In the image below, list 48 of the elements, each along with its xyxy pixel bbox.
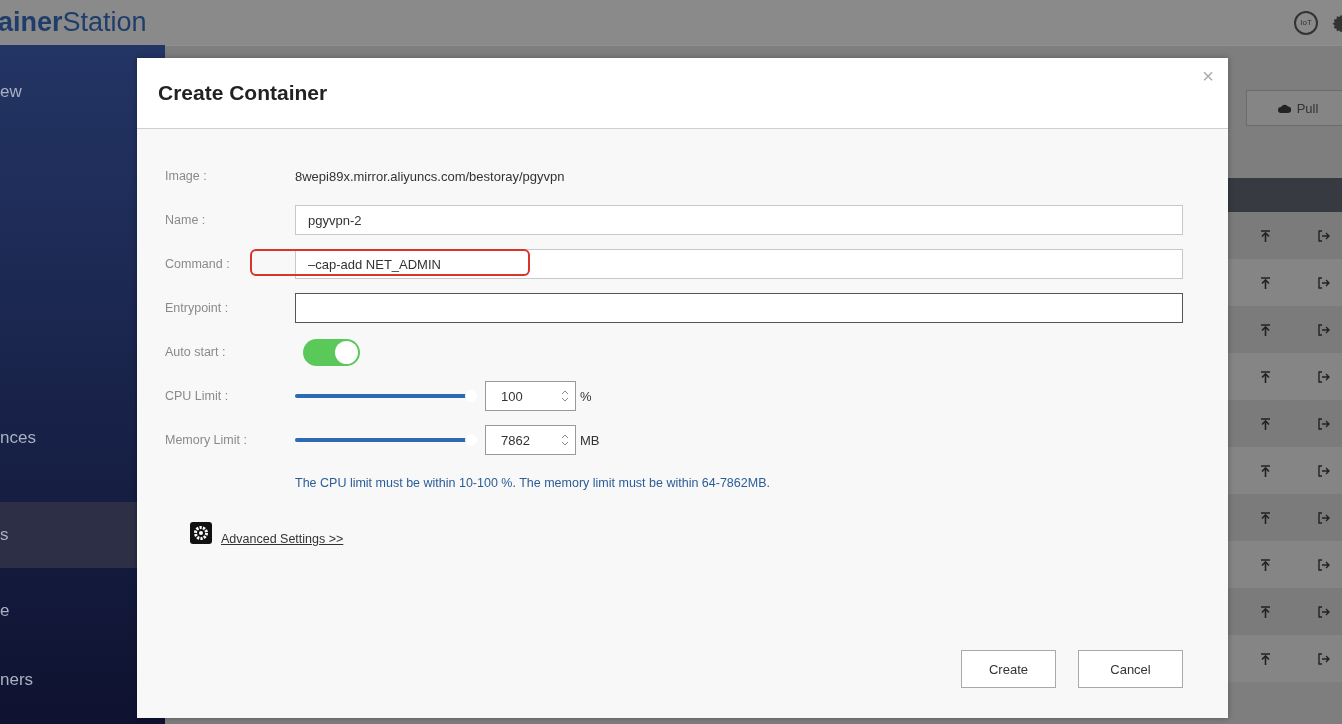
- dialog-title: Create Container: [158, 81, 328, 105]
- toggle-switch[interactable]: [303, 338, 360, 366]
- field-label: Command :: [165, 257, 231, 271]
- upload-icon[interactable]: [1261, 229, 1270, 242]
- cloud-icon: [1277, 103, 1291, 113]
- slider-thumb[interactable]: [465, 390, 478, 402]
- number-field[interactable]: 7862: [485, 425, 576, 455]
- spinner-icon[interactable]: [561, 389, 569, 403]
- sign-out-icon[interactable]: [1318, 605, 1330, 618]
- upload-icon[interactable]: [1261, 605, 1270, 618]
- upload-icon[interactable]: [1261, 464, 1270, 477]
- advanced-settings-link[interactable]: Advanced Settings >>: [221, 532, 344, 546]
- field-label: Image :: [165, 169, 208, 183]
- field-label: CPU Limit :: [165, 389, 230, 403]
- sign-out-icon[interactable]: [1318, 276, 1330, 289]
- upload-icon[interactable]: [1261, 276, 1270, 289]
- sign-out-icon[interactable]: [1318, 464, 1330, 477]
- unit-label: %: [580, 388, 592, 404]
- field-label: Entrypoint :: [165, 301, 230, 315]
- number-field[interactable]: 100: [485, 381, 576, 411]
- field-label: Memory Limit :: [165, 433, 248, 447]
- unit-label: MB: [580, 432, 600, 448]
- settings-icon[interactable]: [190, 522, 212, 544]
- field-label: Auto start :: [165, 345, 227, 359]
- iot-icon[interactable]: IoT: [1294, 10, 1318, 35]
- cancel-button[interactable]: Cancel: [1078, 650, 1183, 688]
- input-field[interactable]: –cap-add NET_ADMIN: [295, 249, 1183, 279]
- upload-icon[interactable]: [1261, 417, 1270, 430]
- sign-out-icon[interactable]: [1318, 558, 1330, 571]
- upload-icon[interactable]: [1261, 558, 1270, 571]
- slider-thumb[interactable]: [465, 434, 478, 446]
- sign-out-icon[interactable]: [1318, 652, 1330, 665]
- limit-note: The CPU limit must be within 10-100 %. The memory limit must be within 64-7862MB.: [295, 476, 771, 490]
- field-label: Name :: [165, 213, 207, 227]
- create-button[interactable]: Create: [961, 650, 1056, 688]
- upload-icon[interactable]: [1261, 323, 1270, 336]
- spinner-icon[interactable]: [561, 433, 569, 447]
- upload-icon[interactable]: [1261, 652, 1270, 665]
- upload-icon[interactable]: [1261, 370, 1270, 383]
- sign-out-icon[interactable]: [1318, 323, 1330, 336]
- sign-out-icon[interactable]: [1318, 229, 1330, 242]
- field-value: 8wepi89x.mirror.aliyuncs.com/bestoray/pgyvpn: [295, 168, 566, 184]
- input-field[interactable]: [295, 293, 1183, 323]
- sign-out-icon[interactable]: [1318, 417, 1330, 430]
- upload-icon[interactable]: [1261, 511, 1270, 524]
- sign-out-icon[interactable]: [1318, 511, 1330, 524]
- input-field[interactable]: pgyvpn-2: [295, 205, 1183, 235]
- sign-out-icon[interactable]: [1318, 370, 1330, 383]
